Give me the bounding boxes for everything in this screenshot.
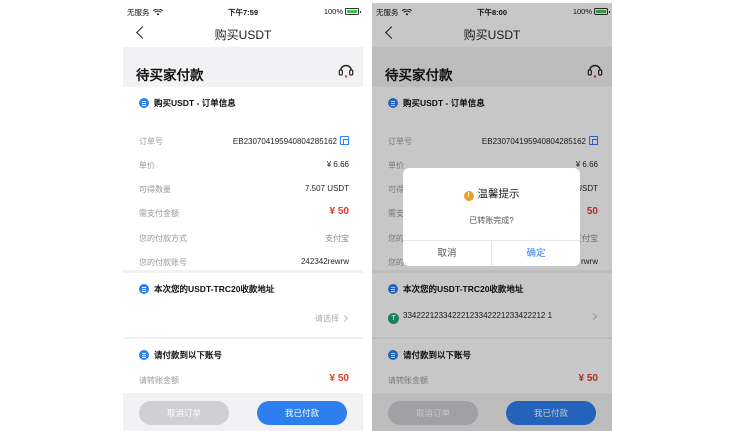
payment-card: 请付款到以下账号 请转账金额 ¥ 50 取消订单 我已付款 <box>123 339 363 431</box>
cancel-order-button[interactable]: 取消订单 <box>139 401 229 425</box>
order-status-header: 待买家付款 <box>123 51 363 87</box>
document-icon <box>139 98 149 108</box>
transfer-amount-value: ¥ 50 <box>329 373 349 384</box>
nav-title: 购买USDT <box>214 28 272 42</box>
nav-bar: 购买USDT <box>123 19 363 47</box>
transfer-amount-row: 请转账金额 ¥ 50 <box>139 373 349 387</box>
battery-percent: 100% <box>323 7 343 16</box>
paid-button[interactable]: 我已付款 <box>257 401 347 425</box>
payment-method-label: 您的付款方式 <box>139 234 187 243</box>
unit-price-value: ¥ 6.66 <box>326 160 349 169</box>
quantity-value: 7.507 USDT <box>304 184 349 193</box>
unit-price-label: 单价 <box>139 161 155 170</box>
quantity-label: 可得数量 <box>139 185 171 194</box>
dialog-title: ! 温馨提示 <box>403 186 580 201</box>
unit-price-row: 单价 ¥ 6.66 <box>139 158 349 172</box>
payment-account-row: 您的付款账号 242342rewrw <box>139 255 349 269</box>
battery-icon <box>345 8 361 15</box>
dialog-title-text: 温馨提示 <box>477 188 520 200</box>
chevron-right-icon <box>340 314 349 323</box>
payment-account-label: 您的付款账号 <box>139 258 187 267</box>
payment-account-value: 242342rewrw <box>300 257 349 266</box>
copy-icon[interactable] <box>340 136 349 145</box>
order-number-value: EB230704195940804285162 <box>232 137 337 146</box>
order-status-title: 待买家付款 <box>136 68 204 83</box>
phone-screen-order: 无服务 下午7:59 100% 购买USDT 待买家付款 购买USDT - 订单… <box>123 3 363 431</box>
dialog-message: 已转账完成? <box>469 216 514 225</box>
document-icon <box>139 284 149 294</box>
order-info-title: 购买USDT - 订单信息 <box>154 98 236 108</box>
confirm-dialog: ! 温馨提示 已转账完成? 取消 确定 <box>403 168 580 266</box>
address-select[interactable]: 请选择 <box>315 313 349 324</box>
order-info-heading: 购买USDT - 订单信息 <box>139 97 236 109</box>
status-bar: 无服务 下午7:59 100% <box>123 3 363 19</box>
address-title: 本次您的USDT-TRC20收款地址 <box>154 284 275 294</box>
address-heading: 本次您的USDT-TRC20收款地址 <box>139 283 274 295</box>
document-icon <box>139 350 149 360</box>
receive-address-card: 本次您的USDT-TRC20收款地址 请选择 <box>123 273 363 337</box>
dialog-buttons: 取消 确定 <box>403 240 580 266</box>
order-info-card: 购买USDT - 订单信息 订单号 EB23070419594080428516… <box>123 87 363 270</box>
address-select-label: 请选择 <box>315 314 339 323</box>
warning-icon: ! <box>463 191 474 201</box>
transfer-amount-label: 请转账金额 <box>139 376 179 385</box>
amount-due-label: 需支付金额 <box>139 209 179 218</box>
quantity-row: 可得数量 7.507 USDT <box>139 182 349 196</box>
amount-due-value: ¥ 50 <box>329 206 349 217</box>
order-number-row: 订单号 EB230704195940804285162 <box>139 134 349 148</box>
dialog-cancel-button[interactable]: 取消 <box>403 241 492 266</box>
payment-method-value: 支付宝 <box>325 234 349 243</box>
dialog-confirm-button[interactable]: 确定 <box>492 241 580 266</box>
payment-method-row: 您的付款方式 支付宝 <box>139 231 349 245</box>
phone-screen-confirm: 无服务 下午8:00 100% 购买USDT 待买家付款 购买USDT - 订单… <box>372 3 612 431</box>
payment-title: 请付款到以下账号 <box>154 350 223 360</box>
customer-service-icon[interactable] <box>337 61 355 79</box>
payment-heading: 请付款到以下账号 <box>139 349 222 361</box>
order-number-label: 订单号 <box>139 137 163 146</box>
amount-due-row: 需支付金额 ¥ 50 <box>139 206 349 220</box>
